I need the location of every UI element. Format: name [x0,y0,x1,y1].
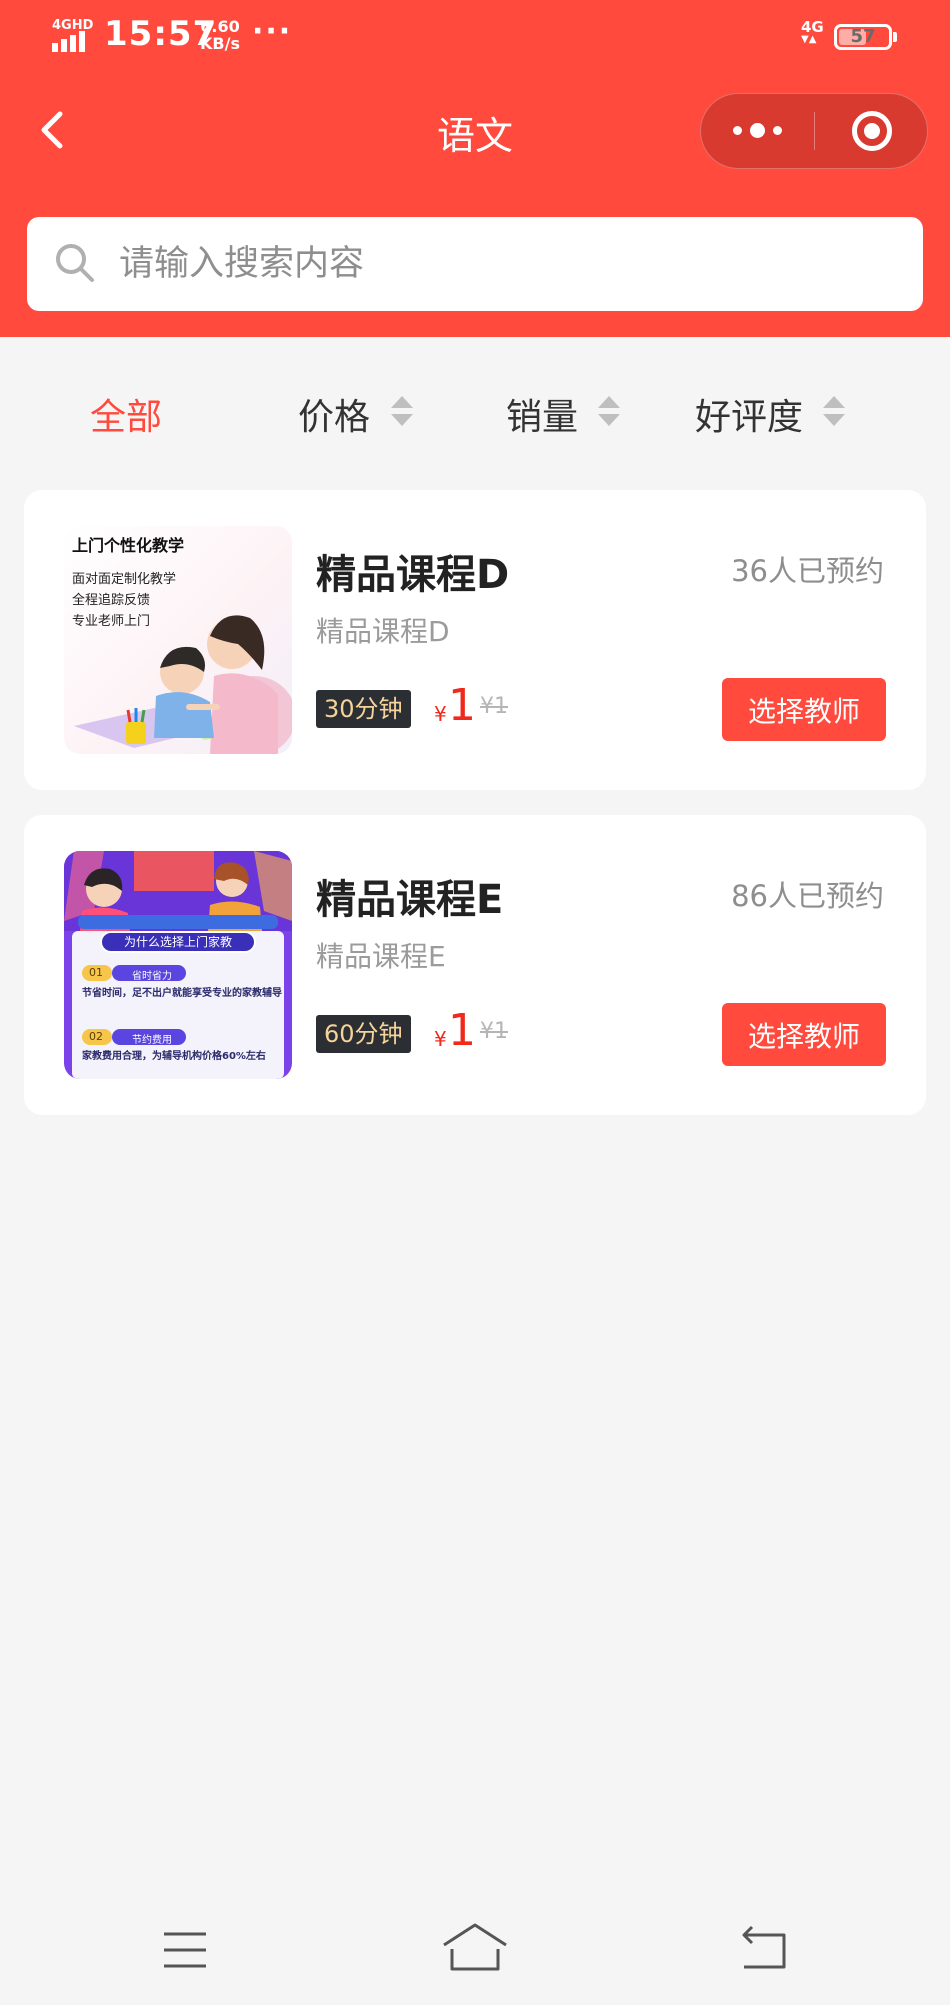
sort-arrows-icon [391,396,413,430]
original-price: ¥1 [480,694,508,719]
choose-teacher-button[interactable]: 选择教师 [722,678,886,741]
course-subtitle: 精品课程E [316,940,446,973]
thumb-item-desc: 家教费用合理，为辅导机构价格60%左右 [82,1051,266,1062]
return-button[interactable] [720,1915,810,1985]
search-bar [27,217,923,311]
search-input[interactable] [119,235,899,293]
course-title: 精品课程E [316,877,504,923]
home-icon [443,1923,507,1971]
back-chevron-icon [41,111,63,149]
original-price: ¥1 [480,1019,508,1044]
battery-icon: 57 [834,24,897,50]
network-label: 4G [801,18,824,36]
back-button[interactable] [30,100,80,160]
speed-unit: KB/s [200,34,240,53]
booking-count: 36人已预约 [731,554,884,588]
status-more-dots: ··· [252,14,293,49]
home-button[interactable] [430,1915,520,1985]
price-currency: ¥ [434,1027,447,1051]
course-card[interactable]: 为什么选择上门家教 01 省时省力 节省时间，足不出户就能享受专业的家教辅导 0… [24,815,926,1115]
menu-lines-icon [164,1932,206,1968]
tutoring-poster-illustration [64,851,292,1079]
network-speed: 6.60 KB/s [200,18,240,52]
booking-count: 86人已预约 [731,879,884,913]
thumb-item-desc: 节省时间，足不出户就能享受专业的家教辅导 [82,988,282,999]
course-thumbnail[interactable]: 为什么选择上门家教 01 省时省力 节省时间，足不出户就能享受专业的家教辅导 0… [64,851,292,1079]
price-currency: ¥ [434,702,447,726]
signal-label: 4GHD [52,18,94,33]
signal-icon: 4GHD [52,18,94,52]
thumb-item-title: 节约费用 [132,1035,172,1046]
thumb-banner: 为什么选择上门家教 [100,931,256,953]
course-thumbnail[interactable]: 上门个性化教学 面对面定制化教学 全程追踪反馈 专业老师上门 [64,526,292,754]
thumb-line: 全程追踪反馈 [72,593,151,608]
sort-tab-label: 全部 [90,397,163,438]
page-title: 语文 [436,114,513,158]
sort-arrows-icon [598,396,620,430]
search-icon [56,244,94,282]
thumb-item-num: 01 [89,966,103,979]
network-4g-icon: 4G ▼▲ [801,18,824,45]
sort-tab-label: 销量 [506,397,579,438]
thumb-item-title: 省时省力 [132,971,172,982]
sort-tab-label: 好评度 [695,397,804,438]
sort-arrows-icon [823,396,845,430]
thumb-line: 面对面定制化教学 [72,572,177,587]
status-bar: 4GHD 15:57 6.60 KB/s ··· 4G ▼▲ 57 [0,0,950,75]
mini-program-capsule [700,93,928,169]
sort-tab-label: 价格 [298,397,371,438]
price-value: 1 [448,680,476,731]
choose-teacher-button[interactable]: 选择教师 [722,1003,886,1066]
system-nav-bar [0,1895,950,2005]
tutoring-illustration [74,615,292,754]
battery-level: 57 [850,26,876,47]
speed-value: 6.60 [200,17,240,36]
close-program-button[interactable] [815,94,928,168]
duration-tag: 60分钟 [316,1015,411,1053]
course-title: 精品课程D [316,552,510,598]
sort-tab-rating[interactable]: 好评度 [695,388,845,438]
sort-tab-price[interactable]: 价格 [298,388,413,438]
menu-button[interactable] [140,1915,230,1985]
duration-tag: 30分钟 [316,690,411,728]
more-button[interactable] [701,94,814,168]
thumb-headline: 上门个性化教学 [72,536,185,555]
price-value: 1 [448,1005,476,1056]
sort-bar: 全部 价格 销量 好评度 [0,370,950,456]
thumb-line: 专业老师上门 [72,614,151,629]
thumb-item-num: 02 [89,1030,103,1043]
course-subtitle: 精品课程D [316,615,450,648]
sort-tab-sales[interactable]: 销量 [506,388,620,438]
return-icon [742,1925,786,1969]
sort-tab-all[interactable]: 全部 [90,388,162,438]
course-card[interactable]: 上门个性化教学 面对面定制化教学 全程追踪反馈 专业老师上门 精品课程D 36人… [24,490,926,790]
